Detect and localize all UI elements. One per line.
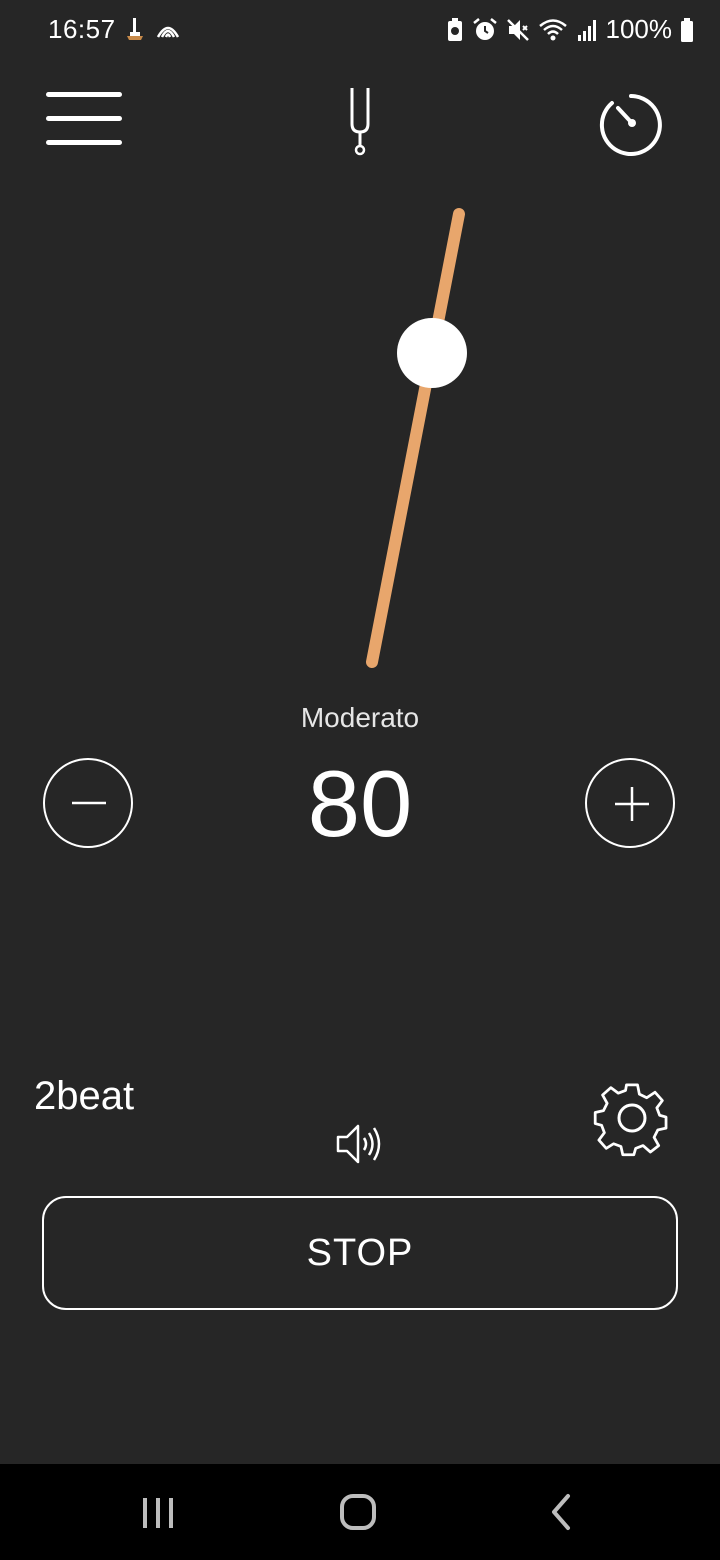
tuning-fork-icon bbox=[350, 88, 370, 156]
home-button[interactable] bbox=[328, 1484, 388, 1540]
recent-apps-button[interactable] bbox=[128, 1484, 188, 1540]
battery-percentage: 100% bbox=[605, 14, 673, 44]
stopwatch-icon bbox=[599, 94, 662, 156]
mute-icon bbox=[506, 18, 529, 41]
metronome-pendulum bbox=[366, 208, 467, 668]
battery-icon bbox=[681, 17, 693, 42]
stop-button[interactable]: STOP bbox=[42, 1196, 678, 1310]
gear-icon bbox=[593, 1083, 668, 1157]
timer-button[interactable] bbox=[598, 92, 664, 156]
menu-button[interactable] bbox=[44, 92, 124, 150]
pendulum-rod bbox=[366, 208, 465, 668]
stop-button-label: STOP bbox=[306, 1231, 414, 1274]
hamburger-menu-icon bbox=[46, 92, 122, 97]
speaker-icon bbox=[336, 1124, 381, 1164]
status-time: 16:57 bbox=[48, 14, 116, 44]
settings-button[interactable] bbox=[592, 1078, 672, 1158]
home-icon bbox=[340, 1494, 376, 1530]
alarm-icon bbox=[472, 17, 497, 40]
minus-icon bbox=[72, 801, 106, 805]
signal-icon bbox=[577, 19, 596, 41]
wifi-icon bbox=[538, 18, 567, 40]
pendulum-weight[interactable] bbox=[397, 318, 467, 388]
navigation-bar bbox=[0, 1464, 720, 1560]
plus-icon bbox=[615, 787, 649, 821]
sound-toggle-button[interactable] bbox=[334, 1120, 388, 1168]
status-left-icons bbox=[124, 16, 182, 42]
back-button[interactable] bbox=[530, 1484, 590, 1540]
usb-debug-icon bbox=[127, 18, 143, 40]
tempo-marking: Moderato bbox=[300, 702, 420, 733]
nfc-icon bbox=[156, 26, 180, 38]
tuner-button[interactable] bbox=[342, 86, 378, 158]
back-icon bbox=[552, 1494, 570, 1530]
beat-selector[interactable]: 2beat bbox=[34, 1074, 134, 1119]
recent-apps-icon bbox=[143, 1498, 173, 1528]
status-bar: 16:57 100% bbox=[0, 0, 720, 62]
status-right-icons: 100% bbox=[446, 14, 695, 45]
decrease-tempo-button[interactable] bbox=[43, 758, 133, 848]
battery-saver-icon bbox=[447, 17, 462, 41]
increase-tempo-button[interactable] bbox=[585, 758, 675, 848]
